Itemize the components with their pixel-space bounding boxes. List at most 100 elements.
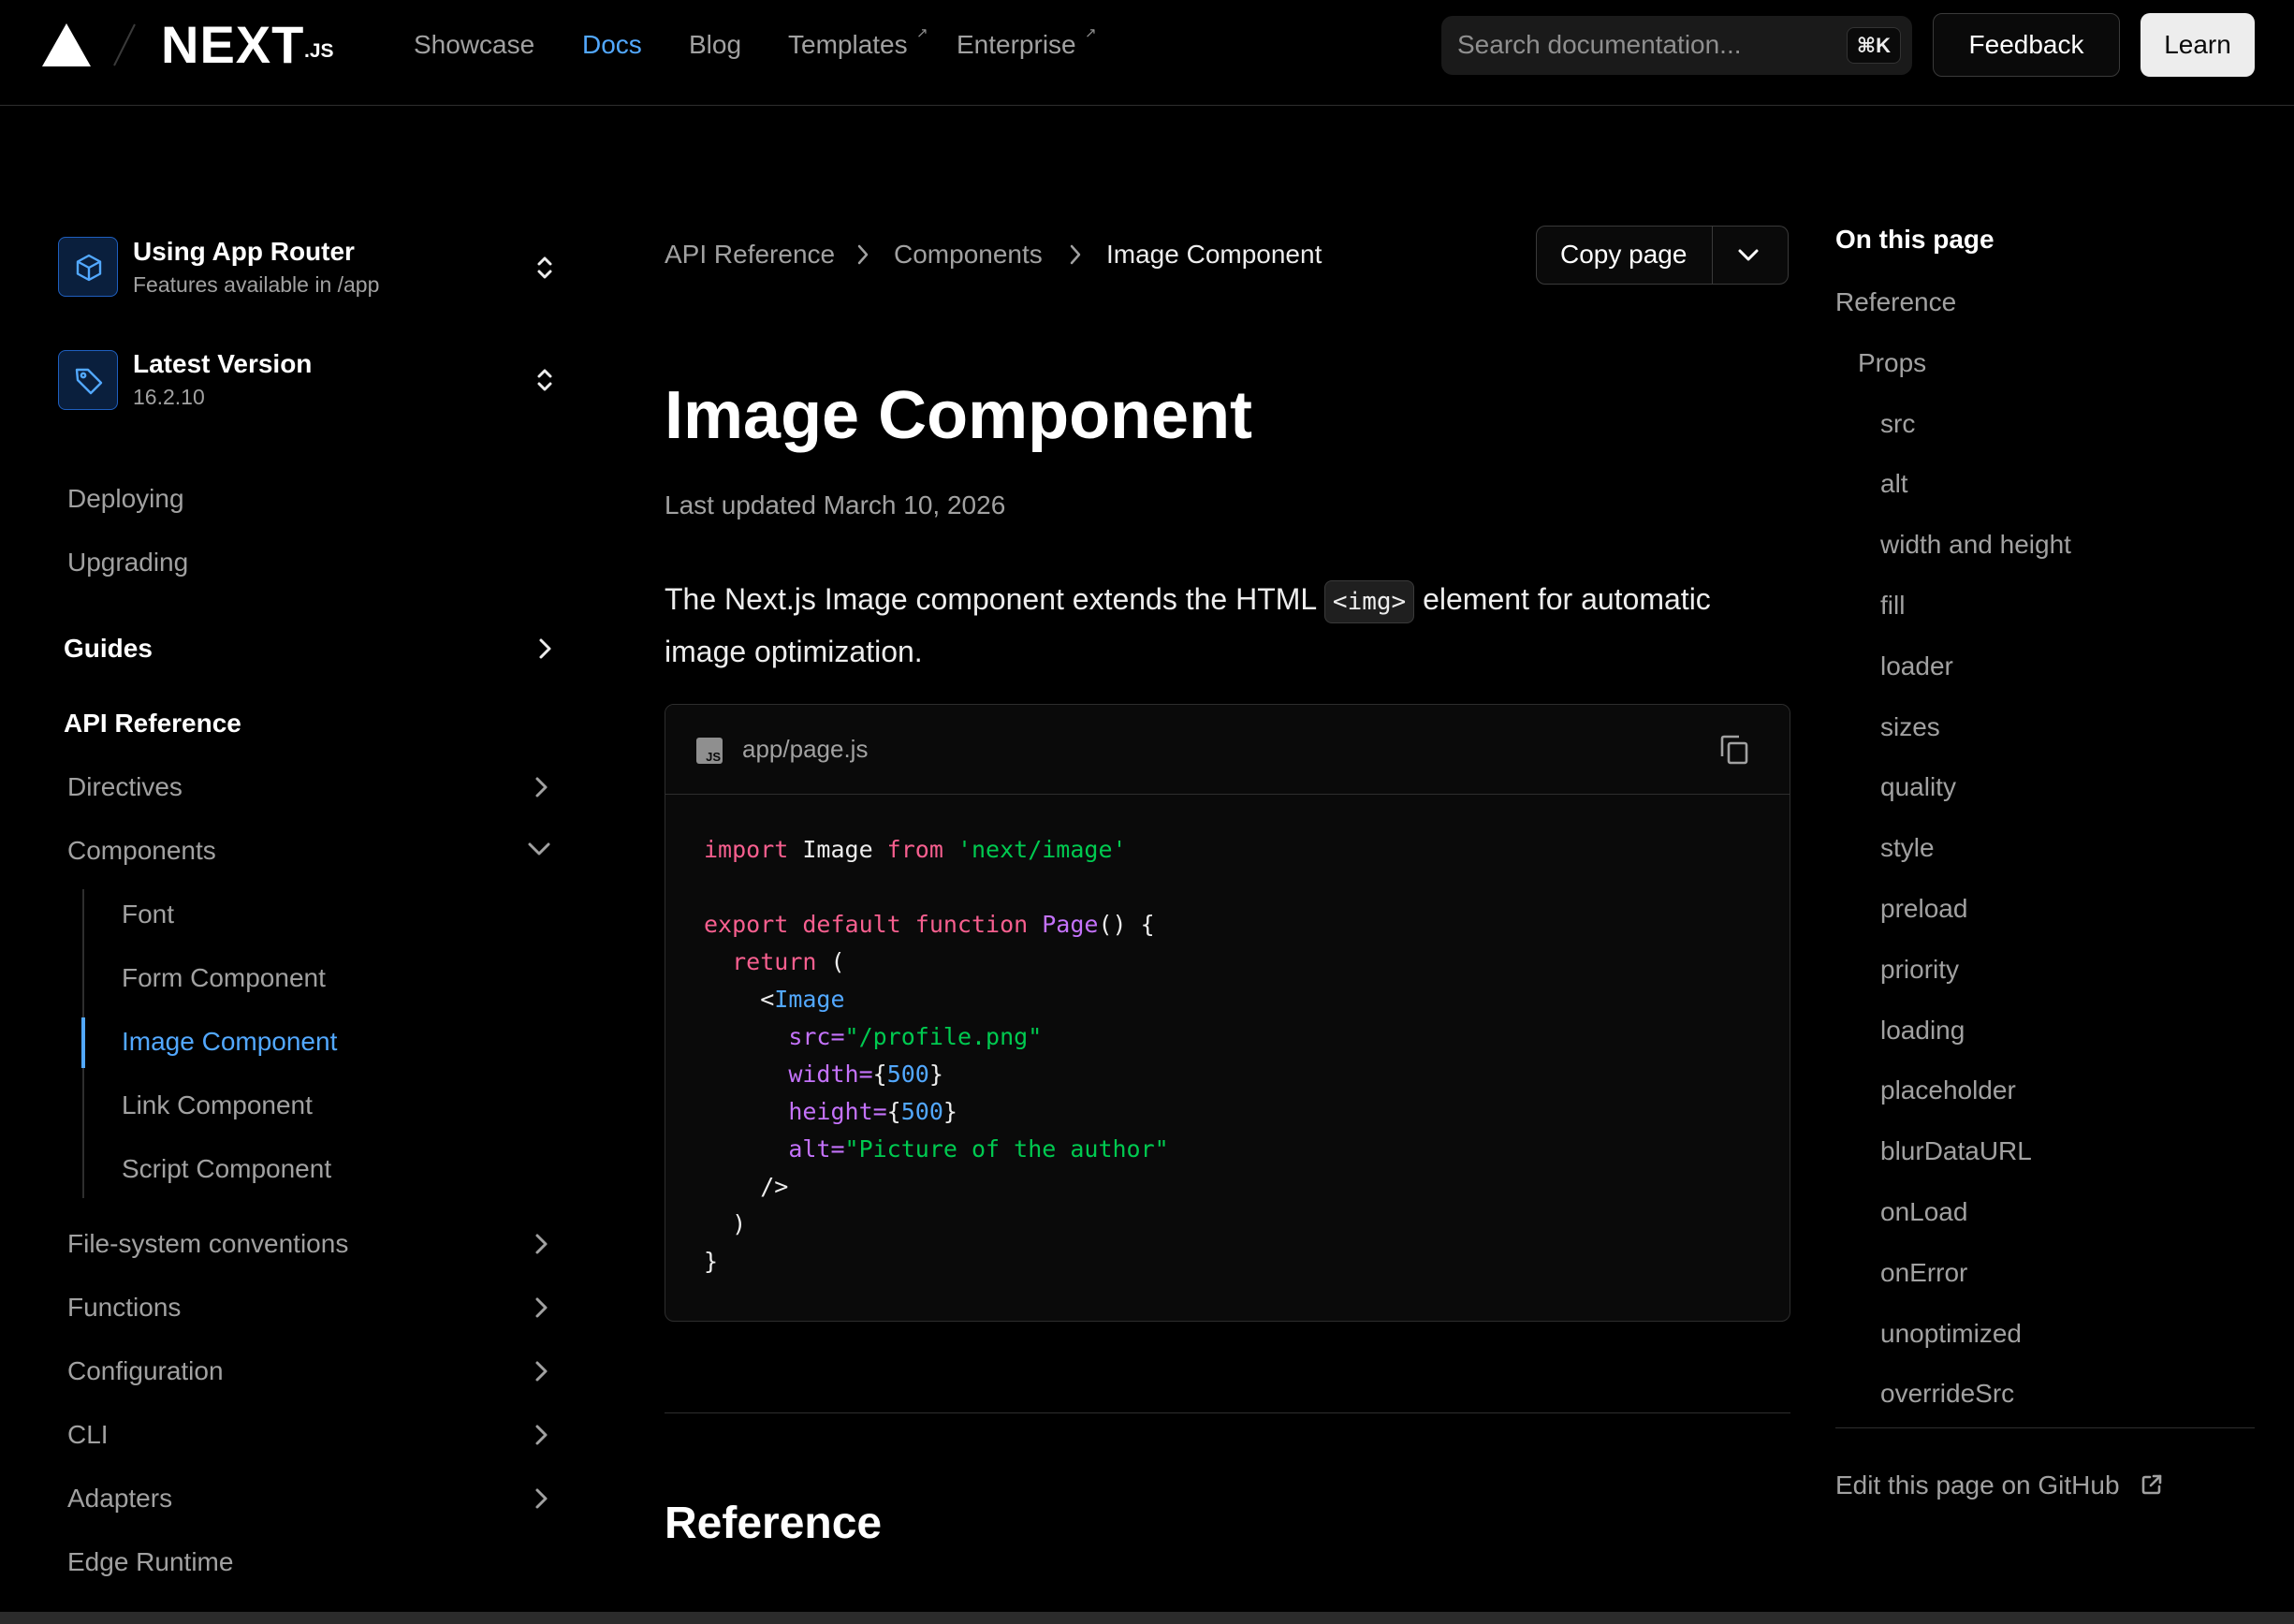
sidebar-item-form-component[interactable]: Form Component: [122, 962, 326, 994]
chevron-up-down-icon: [537, 256, 552, 279]
tag-icon: [58, 350, 118, 410]
intro-paragraph: The Next.js Image component extends the …: [665, 573, 1788, 678]
sidebar-item-functions[interactable]: Functions: [67, 1292, 181, 1324]
copy-icon[interactable]: [1718, 733, 1750, 767]
sidebar-item-link-component[interactable]: Link Component: [122, 1090, 313, 1121]
toc-item-alt[interactable]: alt: [1880, 468, 1908, 500]
cube-icon: [58, 237, 118, 297]
toc-item-blurdataurl[interactable]: blurDataURL: [1880, 1135, 2032, 1167]
javascript-file-icon: JS: [696, 738, 723, 764]
toc-item-onerror[interactable]: onError: [1880, 1257, 1967, 1289]
code-token: "Picture of the author": [844, 1135, 1169, 1163]
search-input[interactable]: Search documentation... ⌘K: [1441, 16, 1912, 75]
code-token: />: [760, 1173, 789, 1200]
nav-docs[interactable]: Docs: [582, 29, 642, 61]
toc-item-loader[interactable]: loader: [1880, 651, 1953, 682]
nav-templates[interactable]: Templates: [788, 29, 908, 61]
inline-code-img: <img>: [1323, 580, 1415, 623]
code-token: {: [886, 1098, 901, 1125]
feedback-button[interactable]: Feedback: [1933, 13, 2120, 77]
toc-item-props[interactable]: Props: [1858, 347, 1926, 379]
sidebar-item-image-component[interactable]: Image Component: [122, 1026, 337, 1058]
code-token: import: [704, 836, 789, 863]
toc-item-placeholder[interactable]: placeholder: [1880, 1075, 2016, 1106]
code-token: alt=: [788, 1135, 845, 1163]
toc-item-preload[interactable]: preload: [1880, 893, 1967, 925]
toc-item-sizes[interactable]: sizes: [1880, 711, 1940, 743]
chevron-down-icon[interactable]: [1736, 243, 1761, 268]
sidebar-section-api-reference[interactable]: API Reference: [64, 708, 241, 739]
external-link-icon[interactable]: [2141, 1473, 2163, 1496]
section-divider: [665, 1412, 1790, 1413]
toc-item-overridesrc[interactable]: overrideSrc: [1880, 1378, 2014, 1410]
chevron-right-icon: [1070, 244, 1081, 265]
toc-item-reference[interactable]: Reference: [1835, 286, 1956, 318]
learn-button[interactable]: Learn: [2141, 13, 2255, 77]
code-token: height=: [788, 1098, 887, 1125]
code-token: ): [732, 1210, 747, 1237]
chevron-up-down-icon: [537, 369, 552, 391]
version-switcher-title: Latest Version: [133, 349, 313, 378]
toc-item-onload[interactable]: onLoad: [1880, 1196, 1967, 1228]
top-header: NEXT .JS Showcase Docs Blog Templates ↗ …: [0, 0, 2294, 106]
code-token: Image: [774, 986, 845, 1013]
code-token: <: [760, 986, 775, 1013]
chevron-right-icon: [857, 244, 869, 265]
copy-page-button-group: Copy page: [1536, 226, 1789, 285]
code-block-header: JS app/page.js: [665, 705, 1790, 795]
nextjs-logo-suffix[interactable]: .JS: [304, 40, 334, 63]
sidebar-item-font[interactable]: Font: [122, 899, 174, 930]
version-number: 16.2.10: [133, 385, 205, 409]
chevron-down-icon[interactable]: [526, 840, 552, 858]
breadcrumb-components[interactable]: Components: [894, 239, 1043, 271]
chevron-right-icon[interactable]: [532, 1485, 550, 1512]
sidebar-item-components[interactable]: Components: [67, 835, 216, 867]
toc-item-fill[interactable]: fill: [1880, 590, 1905, 622]
sidebar-item-deploying[interactable]: Deploying: [67, 483, 184, 515]
code-token: "/profile.png": [844, 1023, 1043, 1050]
chevron-right-icon[interactable]: [532, 1358, 550, 1384]
toc-divider: [1835, 1427, 2255, 1428]
sidebar-item-file-system-conventions[interactable]: File-system conventions: [67, 1228, 348, 1260]
code-content: import Image from 'next/image' export de…: [704, 831, 1169, 1280]
code-token: }: [928, 1061, 943, 1088]
copy-page-button[interactable]: Copy page: [1560, 240, 1687, 270]
toc-item-loading[interactable]: loading: [1880, 1015, 1965, 1046]
chevron-right-icon[interactable]: [535, 636, 554, 662]
toc-item-unoptimized[interactable]: unoptimized: [1880, 1318, 2022, 1350]
code-token: }: [704, 1248, 719, 1275]
code-token: from: [886, 836, 943, 863]
code-token: 500: [886, 1061, 929, 1088]
edit-on-github-link[interactable]: Edit this page on GitHub: [1835, 1470, 2120, 1500]
toc-item-quality[interactable]: quality: [1880, 771, 1956, 803]
nav-enterprise[interactable]: Enterprise: [957, 29, 1076, 61]
breadcrumb-api-reference[interactable]: API Reference: [665, 239, 835, 271]
toc-item-src[interactable]: src: [1880, 408, 1915, 440]
nextjs-logo-wordmark[interactable]: NEXT: [161, 17, 304, 73]
code-token: () {: [1098, 911, 1155, 938]
logo-divider-slash: [113, 23, 136, 66]
reference-heading: Reference: [665, 1499, 883, 1548]
nav-showcase[interactable]: Showcase: [414, 29, 534, 61]
sidebar-item-upgrading[interactable]: Upgrading: [67, 547, 188, 578]
chevron-right-icon[interactable]: [532, 1422, 550, 1448]
search-placeholder: Search documentation...: [1457, 30, 1742, 59]
toc-item-width-and-height[interactable]: width and height: [1880, 529, 2071, 561]
sidebar-section-guides[interactable]: Guides: [64, 633, 153, 665]
toc-item-style[interactable]: style: [1880, 832, 1935, 864]
sidebar-item-script-component[interactable]: Script Component: [122, 1153, 331, 1185]
sidebar-item-edge-runtime[interactable]: Edge Runtime: [67, 1546, 233, 1578]
sidebar-item-adapters[interactable]: Adapters: [67, 1483, 172, 1514]
code-token: src=: [788, 1023, 845, 1050]
chevron-right-icon[interactable]: [532, 774, 550, 800]
sidebar-item-cli[interactable]: CLI: [67, 1419, 109, 1451]
toc-item-priority[interactable]: priority: [1880, 954, 1959, 986]
sidebar-item-directives[interactable]: Directives: [67, 771, 183, 803]
nav-blog[interactable]: Blog: [689, 29, 741, 61]
sidebar-item-configuration[interactable]: Configuration: [67, 1355, 224, 1387]
router-switcher-title: Using App Router: [133, 237, 355, 266]
code-token: Image: [788, 836, 887, 863]
vercel-logo-icon[interactable]: [42, 23, 91, 66]
chevron-right-icon[interactable]: [532, 1231, 550, 1257]
chevron-right-icon[interactable]: [532, 1295, 550, 1321]
